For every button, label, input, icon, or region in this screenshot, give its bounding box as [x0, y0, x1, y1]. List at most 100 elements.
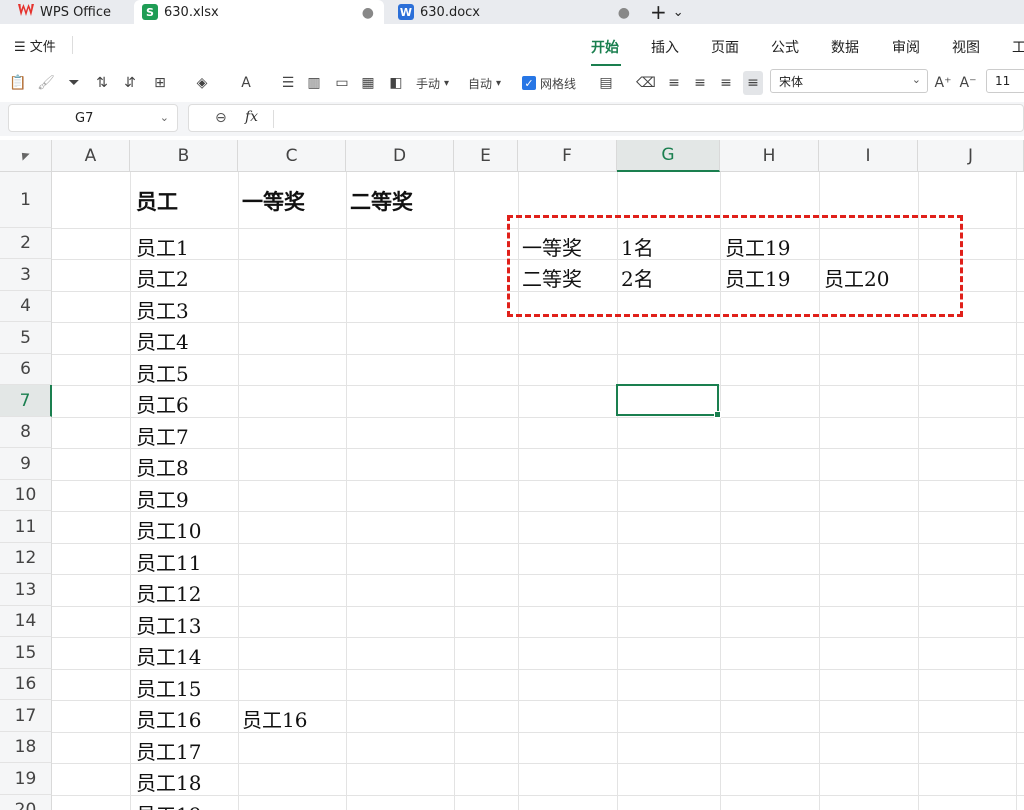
insert-cells-icon[interactable]: ▦: [358, 71, 378, 95]
sort-ascending-icon[interactable]: ⇅: [92, 71, 112, 95]
row-header-20[interactable]: 20: [0, 795, 52, 810]
font-color-icon[interactable]: A: [236, 71, 256, 95]
row-header-15[interactable]: 15: [0, 637, 52, 669]
cell-b3[interactable]: 员工2: [136, 263, 189, 292]
tab-data[interactable]: 数据: [831, 37, 859, 57]
row-header-10[interactable]: 10: [0, 480, 52, 511]
column-header-c[interactable]: C: [238, 140, 346, 172]
cell-b14[interactable]: 员工13: [136, 610, 201, 639]
filter-icon[interactable]: ⏷: [64, 71, 84, 95]
row-header-2[interactable]: 2: [0, 228, 52, 259]
font-name-select[interactable]: 宋体 ⌄: [770, 69, 928, 93]
row-header-3[interactable]: 3: [0, 259, 52, 291]
column-header-i[interactable]: I: [819, 140, 918, 172]
cell-b13[interactable]: 员工12: [136, 578, 201, 607]
cell-b16[interactable]: 员工15: [136, 673, 201, 702]
tab-630-docx[interactable]: W 630.docx ●: [390, 0, 640, 24]
row-header-4[interactable]: 4: [0, 291, 52, 322]
column-header-d[interactable]: D: [346, 140, 454, 172]
gridlines-checkbox[interactable]: ✓ 网格线: [522, 71, 576, 95]
auto-fit-dropdown[interactable]: 自动 ▾: [468, 71, 501, 95]
cell-b4[interactable]: 员工3: [136, 295, 189, 324]
tab-page[interactable]: 页面: [711, 37, 739, 57]
align-middle-icon[interactable]: ≡: [743, 71, 763, 95]
column-header-h[interactable]: H: [720, 140, 819, 172]
tab-wps-office[interactable]: WPS Office: [4, 0, 130, 24]
cell-b5[interactable]: 员工4: [136, 326, 189, 355]
tab-tools[interactable]: 工: [1012, 37, 1024, 57]
freeze-panes-icon[interactable]: ◧: [386, 71, 406, 95]
chevron-down-icon[interactable]: ⌄: [160, 111, 169, 124]
cell-b19[interactable]: 员工18: [136, 767, 201, 796]
row-header-19[interactable]: 19: [0, 763, 52, 795]
row-header-14[interactable]: 14: [0, 606, 52, 637]
cell-b10[interactable]: 员工9: [136, 484, 189, 513]
row-header-7[interactable]: 7: [0, 385, 52, 417]
row-header-17[interactable]: 17: [0, 700, 52, 732]
cell-b20[interactable]: 员工19: [136, 799, 201, 810]
cell-c1[interactable]: 一等奖: [242, 186, 305, 216]
cell-b12[interactable]: 员工11: [136, 547, 201, 576]
row-header-9[interactable]: 9: [0, 448, 52, 480]
tab-review[interactable]: 审阅: [892, 37, 920, 57]
column-header-g[interactable]: G: [617, 140, 720, 172]
tab-view[interactable]: 视图: [952, 37, 980, 57]
format-painter-icon[interactable]: 🖌: [36, 71, 56, 95]
column-header-f[interactable]: F: [518, 140, 617, 172]
align-right-icon[interactable]: ≡: [716, 71, 736, 95]
zoom-icon[interactable]: ⊖: [215, 110, 227, 126]
cell-b8[interactable]: 员工7: [136, 421, 189, 450]
align-center-icon[interactable]: ≡: [690, 71, 710, 95]
row-header-8[interactable]: 8: [0, 417, 52, 448]
decrease-font-icon[interactable]: A⁻: [958, 71, 978, 95]
row-header-1[interactable]: 1: [0, 172, 52, 228]
cell-c17[interactable]: 员工16: [242, 704, 307, 733]
fill-color-icon[interactable]: ◈: [192, 71, 212, 95]
increase-font-icon[interactable]: A⁺: [933, 71, 953, 95]
tab-630-xlsx[interactable]: S 630.xlsx ●: [134, 0, 384, 24]
row-height-icon[interactable]: ▭: [332, 71, 352, 95]
unsaved-dot-icon[interactable]: ●: [362, 5, 374, 21]
name-box[interactable]: G7 ⌄: [8, 104, 178, 132]
tab-insert[interactable]: 插入: [651, 37, 679, 57]
clear-format-icon[interactable]: ⌫: [636, 71, 656, 95]
cell-b17[interactable]: 员工16: [136, 704, 201, 733]
table-style-icon[interactable]: ▤: [596, 71, 616, 95]
paste-icon[interactable]: 📋: [8, 71, 28, 95]
row-header-16[interactable]: 16: [0, 669, 52, 700]
row-header-13[interactable]: 13: [0, 574, 52, 606]
row-header-6[interactable]: 6: [0, 354, 52, 385]
cell-b1[interactable]: 员工: [136, 186, 178, 216]
tab-formulas[interactable]: 公式: [771, 37, 799, 57]
row-header-11[interactable]: 11: [0, 511, 52, 543]
row-header-18[interactable]: 18: [0, 732, 52, 763]
fill-handle[interactable]: [714, 411, 721, 418]
column-header-a[interactable]: A: [52, 140, 130, 172]
cell-b11[interactable]: 员工10: [136, 515, 201, 544]
cell-b18[interactable]: 员工17: [136, 736, 201, 765]
unsaved-dot-icon[interactable]: ●: [618, 5, 630, 21]
chevron-down-icon[interactable]: ⌄: [673, 5, 684, 20]
spreadsheet-grid[interactable]: A B C D E F G H I J 1 2 3 4 5 6 7 8 9 10…: [0, 140, 1024, 810]
sort-descending-icon[interactable]: ⇵: [120, 71, 140, 95]
cell-b9[interactable]: 员工8: [136, 452, 189, 481]
row-header-5[interactable]: 5: [0, 322, 52, 354]
column-header-e[interactable]: E: [454, 140, 518, 172]
cell-b2[interactable]: 员工1: [136, 232, 189, 261]
new-tab-button[interactable]: + ⌄: [650, 0, 684, 24]
cell-b7[interactable]: 员工6: [136, 389, 189, 418]
align-left-icon[interactable]: ≡: [664, 71, 684, 95]
merge-cells-icon[interactable]: ▥: [304, 71, 324, 95]
cell-b6[interactable]: 员工5: [136, 358, 189, 387]
tab-home[interactable]: 开始: [591, 37, 619, 57]
formula-input[interactable]: ⊖ fx: [188, 104, 1024, 132]
function-icon[interactable]: fx: [245, 109, 258, 125]
column-header-j[interactable]: J: [918, 140, 1024, 172]
cell-b15[interactable]: 员工14: [136, 641, 201, 670]
select-all-corner[interactable]: [0, 140, 52, 172]
selected-cell-g7[interactable]: [616, 384, 721, 418]
row-header-12[interactable]: 12: [0, 543, 52, 574]
column-header-b[interactable]: B: [130, 140, 238, 172]
borders-icon[interactable]: ⊞: [150, 71, 170, 95]
wrap-text-icon[interactable]: ☰: [278, 71, 298, 95]
